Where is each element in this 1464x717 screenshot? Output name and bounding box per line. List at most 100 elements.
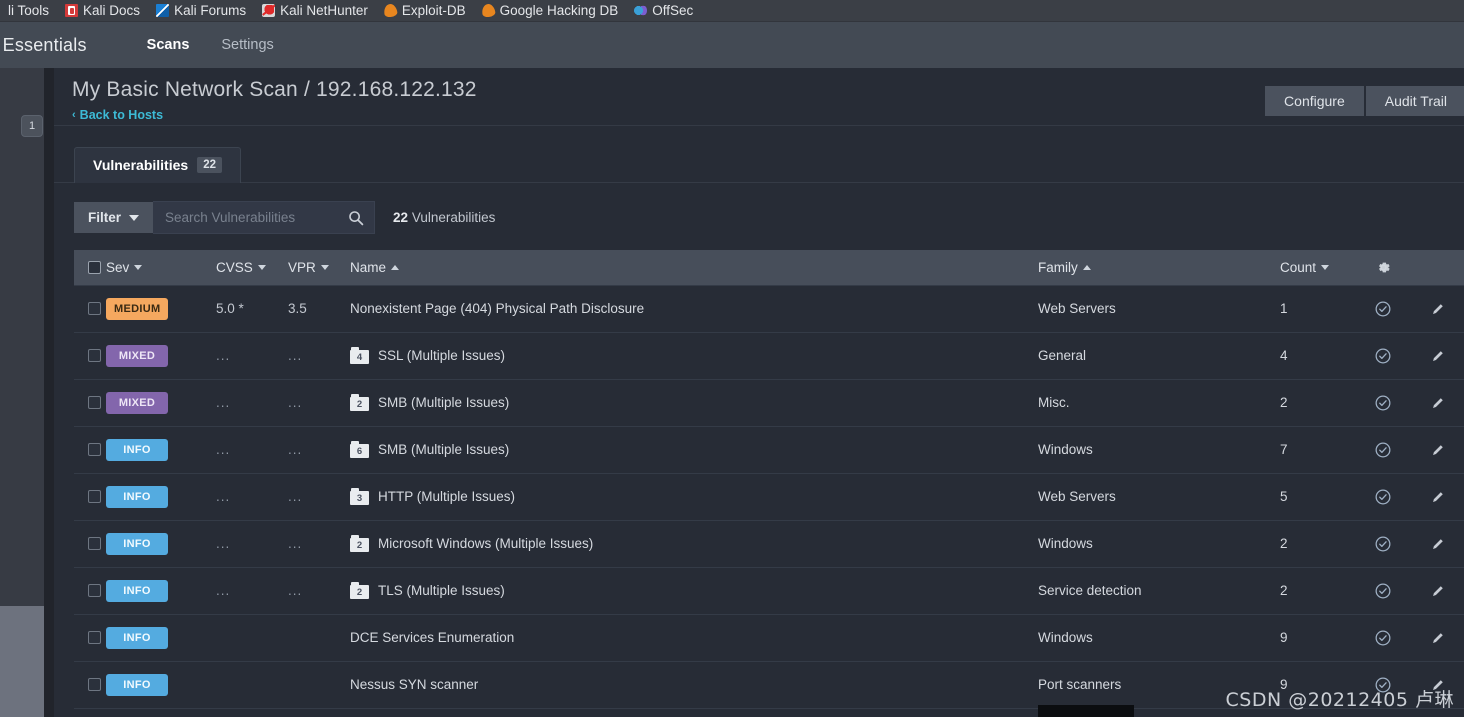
- row-action-edit[interactable]: [1412, 394, 1464, 412]
- name-cell[interactable]: 3 HTTP (Multiple Issues): [350, 488, 1038, 505]
- check-circle-icon[interactable]: [1374, 441, 1392, 459]
- pencil-icon[interactable]: [1429, 488, 1447, 506]
- row-checkbox[interactable]: [88, 584, 101, 597]
- row-action-edit[interactable]: [1412, 347, 1464, 365]
- configure-button[interactable]: Configure: [1265, 86, 1364, 116]
- row-action-edit[interactable]: [1412, 676, 1464, 694]
- name-cell[interactable]: Nonexistent Page (404) Physical Path Dis…: [350, 301, 1038, 316]
- column-header-count[interactable]: Count: [1280, 260, 1354, 275]
- table-row[interactable]: INFO...... 6 SMB (Multiple Issues) Windows 7: [74, 426, 1464, 473]
- table-row[interactable]: INFO...... 3 HTTP (Multiple Issues) Web Ser…: [74, 473, 1464, 520]
- check-circle-icon[interactable]: [1374, 300, 1392, 318]
- row-action-check[interactable]: [1354, 629, 1412, 647]
- row-select-cell[interactable]: [74, 678, 106, 691]
- filter-button[interactable]: Filter: [74, 202, 154, 233]
- search-box[interactable]: [153, 201, 376, 234]
- check-circle-icon[interactable]: [1374, 535, 1392, 553]
- bookmark-kali-forums[interactable]: Kali Forums: [148, 0, 254, 21]
- pencil-icon[interactable]: [1429, 347, 1447, 365]
- row-action-check[interactable]: [1354, 347, 1412, 365]
- check-circle-icon[interactable]: [1374, 488, 1392, 506]
- table-row[interactable]: INFO...... 2 TLS (Multiple Issues) Service …: [74, 567, 1464, 614]
- bookmark-exploit-db[interactable]: Exploit-DB: [376, 0, 474, 21]
- row-select-cell[interactable]: [74, 490, 106, 503]
- pencil-icon[interactable]: [1429, 629, 1447, 647]
- rail-badge-count[interactable]: 1: [21, 115, 43, 137]
- row-checkbox[interactable]: [88, 678, 101, 691]
- row-checkbox[interactable]: [88, 396, 101, 409]
- rail-scroll-thumb[interactable]: [0, 606, 44, 717]
- row-select-cell[interactable]: [74, 584, 106, 597]
- row-action-edit[interactable]: [1412, 300, 1464, 318]
- row-checkbox[interactable]: [88, 349, 101, 362]
- table-row[interactable]: INFO DCE Services Enumeration Windows 9: [74, 614, 1464, 661]
- row-action-check[interactable]: [1354, 535, 1412, 553]
- check-circle-icon[interactable]: [1374, 582, 1392, 600]
- name-cell[interactable]: 6 SMB (Multiple Issues): [350, 441, 1038, 458]
- row-action-check[interactable]: [1354, 394, 1412, 412]
- search-input[interactable]: [165, 210, 349, 225]
- name-cell[interactable]: 4 SSL (Multiple Issues): [350, 347, 1038, 364]
- column-header-family[interactable]: Family: [1038, 260, 1280, 275]
- check-circle-icon[interactable]: [1374, 676, 1392, 694]
- search-icon[interactable]: [348, 210, 364, 226]
- row-action-edit[interactable]: [1412, 535, 1464, 553]
- name-cell[interactable]: DCE Services Enumeration: [350, 630, 1038, 645]
- row-checkbox[interactable]: [88, 302, 101, 315]
- nav-item-scans[interactable]: Scans: [131, 22, 206, 68]
- row-checkbox[interactable]: [88, 490, 101, 503]
- select-all-checkbox[interactable]: [88, 261, 101, 274]
- gear-icon[interactable]: [1375, 259, 1392, 276]
- row-checkbox[interactable]: [88, 443, 101, 456]
- row-checkbox[interactable]: [88, 631, 101, 644]
- pencil-icon[interactable]: [1429, 535, 1447, 553]
- back-to-hosts-link[interactable]: ‹ Back to Hosts: [72, 108, 163, 122]
- bookmark-google-hacking-db[interactable]: Google Hacking DB: [474, 0, 627, 21]
- table-row[interactable]: INFO Nessus SYN scanner Port scanners 9: [74, 661, 1464, 708]
- pencil-icon[interactable]: [1429, 676, 1447, 694]
- pencil-icon[interactable]: [1429, 441, 1447, 459]
- pencil-icon[interactable]: [1429, 582, 1447, 600]
- row-checkbox[interactable]: [88, 537, 101, 550]
- table-settings-cell[interactable]: [1354, 259, 1412, 276]
- row-action-edit[interactable]: [1412, 488, 1464, 506]
- row-action-check[interactable]: [1354, 441, 1412, 459]
- tab-vulnerabilities[interactable]: Vulnerabilities 22: [74, 147, 241, 183]
- pencil-icon[interactable]: [1429, 300, 1447, 318]
- check-circle-icon[interactable]: [1374, 629, 1392, 647]
- row-select-cell[interactable]: [74, 537, 106, 550]
- pencil-icon[interactable]: [1429, 394, 1447, 412]
- column-header-name[interactable]: Name: [350, 260, 1038, 275]
- check-circle-icon[interactable]: [1374, 347, 1392, 365]
- row-select-cell[interactable]: [74, 631, 106, 644]
- name-cell[interactable]: 2 SMB (Multiple Issues): [350, 394, 1038, 411]
- bookmark-kali-docs[interactable]: Kali Docs: [57, 0, 148, 21]
- row-action-check[interactable]: [1354, 582, 1412, 600]
- table-row[interactable]: INFO...... 2 Microsoft Windows (Multiple I…: [74, 520, 1464, 567]
- row-action-edit[interactable]: [1412, 629, 1464, 647]
- table-row[interactable]: MEDIUM 5.0 * 3.5 Nonexistent Page (404) Phy…: [74, 285, 1464, 332]
- nav-item-settings[interactable]: Settings: [205, 22, 289, 68]
- row-action-check[interactable]: [1354, 676, 1412, 694]
- bookmark-kali-nethunter[interactable]: Kali NetHunter: [254, 0, 376, 21]
- name-cell[interactable]: Nessus SYN scanner: [350, 677, 1038, 692]
- row-select-cell[interactable]: [74, 302, 106, 315]
- column-header-vpr[interactable]: VPR: [288, 260, 350, 275]
- select-all-cell[interactable]: [74, 261, 106, 274]
- table-row[interactable]: INFO: [74, 708, 1464, 717]
- table-row[interactable]: MIXED...... 2 SMB (Multiple Issues) Misc. 2: [74, 379, 1464, 426]
- row-action-edit[interactable]: [1412, 582, 1464, 600]
- name-cell[interactable]: 2 TLS (Multiple Issues): [350, 582, 1038, 599]
- check-circle-icon[interactable]: [1374, 394, 1392, 412]
- audit-trail-button[interactable]: Audit Trail: [1365, 86, 1464, 116]
- column-header-cvss[interactable]: CVSS: [216, 260, 288, 275]
- bookmark-kali-tools[interactable]: li Tools: [0, 0, 57, 21]
- row-select-cell[interactable]: [74, 443, 106, 456]
- row-action-check[interactable]: [1354, 300, 1412, 318]
- table-row[interactable]: MIXED...... 4 SSL (Multiple Issues) General…: [74, 332, 1464, 379]
- name-cell[interactable]: 2 Microsoft Windows (Multiple Issues): [350, 535, 1038, 552]
- row-select-cell[interactable]: [74, 396, 106, 409]
- row-action-check[interactable]: [1354, 488, 1412, 506]
- column-header-sev[interactable]: Sev: [106, 260, 216, 275]
- row-action-edit[interactable]: [1412, 441, 1464, 459]
